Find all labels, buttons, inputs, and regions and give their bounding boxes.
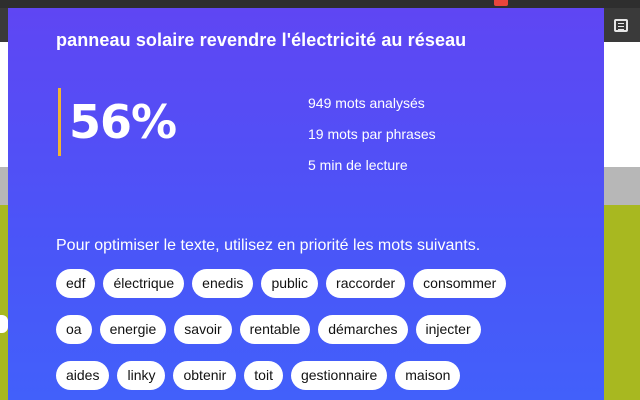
keyword-chip[interactable]: rentable — [239, 315, 311, 344]
advice-text: Pour optimiser le texte, utilisez en pri… — [56, 237, 481, 254]
text-stats: 949 mots analysés 19 mots par phrases 5 … — [308, 88, 436, 181]
word-count: 949 mots analysés — [308, 95, 425, 111]
keyword-chip[interactable]: aides — [56, 361, 110, 390]
keyword-row: aides linky obtenir toit gestionnaire ma… — [56, 361, 576, 391]
keyword-chip[interactable]: consommer — [413, 269, 507, 298]
score-block: 56% — [58, 88, 177, 156]
keyword-chip[interactable]: linky — [117, 361, 166, 390]
keyword-chip[interactable]: oa — [56, 315, 92, 344]
keyword-title: panneau solaire revendre l'électricité a… — [56, 30, 467, 50]
keyword-chip[interactable]: électrique — [103, 269, 185, 298]
list-icon[interactable] — [614, 19, 628, 32]
keyword-chip[interactable]: energie — [99, 315, 167, 344]
keyword-chip[interactable]: maison — [395, 361, 461, 390]
keyword-chip[interactable]: toit — [244, 361, 283, 390]
keyword-chip[interactable]: savoir — [174, 315, 232, 344]
tab-strip — [0, 0, 640, 8]
reading-time: 5 min de lecture — [308, 157, 408, 173]
notification-badge — [494, 0, 508, 6]
keyword-chip[interactable]: enedis — [192, 269, 254, 298]
page-decoration — [0, 315, 8, 333]
keyword-chip[interactable]: obtenir — [173, 361, 237, 390]
words-per-sentence: 19 mots par phrases — [308, 126, 436, 142]
keyword-row: edf électrique enedis public raccorder c… — [56, 269, 576, 299]
keyword-chip[interactable]: gestionnaire — [290, 361, 388, 390]
keyword-chip[interactable]: edf — [56, 269, 96, 298]
keyword-chips: edf électrique enedis public raccorder c… — [56, 269, 576, 400]
optimization-score: 56% — [69, 95, 177, 149]
keyword-chip[interactable]: public — [261, 269, 319, 298]
keyword-chip[interactable]: démarches — [318, 315, 408, 344]
keyword-chip[interactable]: raccorder — [326, 269, 406, 298]
keyword-chip[interactable]: injecter — [415, 315, 481, 344]
seo-popup: panneau solaire revendre l'électricité a… — [8, 8, 604, 400]
keyword-row: oa energie savoir rentable démarches inj… — [56, 315, 576, 345]
